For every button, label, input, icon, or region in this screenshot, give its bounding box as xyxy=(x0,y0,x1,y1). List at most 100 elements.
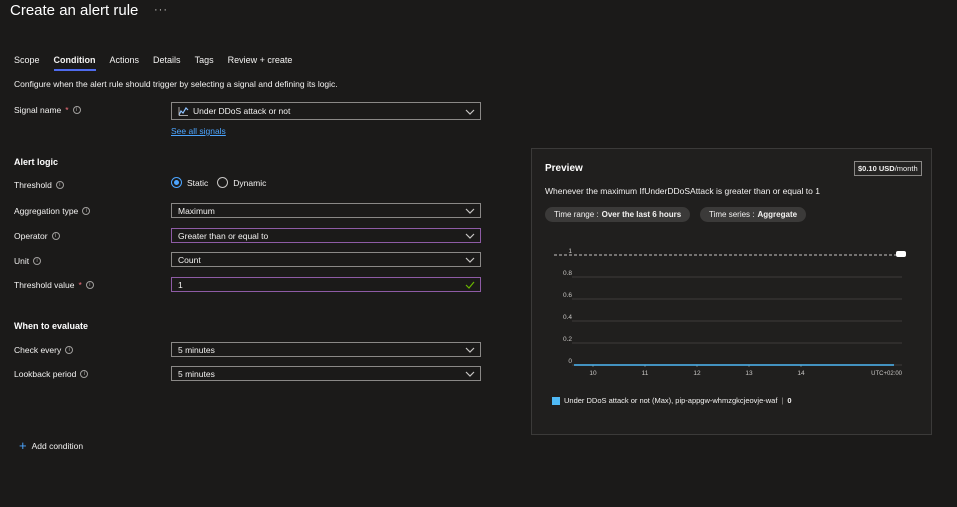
threshold-value-input[interactable]: 1 xyxy=(171,277,481,292)
aggregation-type-text: Aggregation type xyxy=(14,206,79,216)
price-amount: $0.10 USD xyxy=(858,164,895,173)
add-condition-button[interactable]: + Add condition xyxy=(19,438,84,453)
threshold-value-label: Threshold value * i xyxy=(14,280,94,290)
aggregation-type-value: Maximum xyxy=(178,205,215,216)
time-series-value: Aggregate xyxy=(757,210,798,219)
aggregation-type-dropdown[interactable]: Maximum xyxy=(171,203,481,218)
info-icon[interactable]: i xyxy=(33,257,42,265)
threshold-label: Threshold i xyxy=(14,180,64,190)
required-marker: * xyxy=(78,280,82,290)
lookback-period-label: Lookback period i xyxy=(14,369,89,379)
time-series-pill[interactable]: Time series : Aggregate xyxy=(700,207,807,222)
operator-label: Operator i xyxy=(14,231,60,241)
operator-dropdown[interactable]: Greater than or equal to xyxy=(171,228,481,243)
time-range-label: Time range : xyxy=(554,210,599,219)
info-icon[interactable]: i xyxy=(72,106,81,114)
x-tick-label: 13 xyxy=(745,370,753,377)
chevron-down-icon xyxy=(465,257,475,263)
required-marker: * xyxy=(65,105,69,115)
lookback-period-text: Lookback period xyxy=(14,369,77,379)
time-range-value: Over the last 6 hours xyxy=(601,210,682,219)
preview-panel: Preview $0.10 USD/month Whenever the max… xyxy=(531,148,932,435)
alert-logic-heading: Alert logic xyxy=(14,157,59,167)
y-tick-label: 0.4 xyxy=(563,314,572,321)
see-all-signals-link[interactable]: See all signals xyxy=(171,126,226,136)
x-tick-label: 11 xyxy=(642,370,649,377)
more-options-button[interactable]: ··· xyxy=(154,4,168,16)
tab-tags[interactable]: Tags xyxy=(195,55,214,71)
preview-title: Preview xyxy=(545,163,583,174)
dynamic-radio-label[interactable]: Dynamic xyxy=(233,178,266,188)
tab-actions[interactable]: Actions xyxy=(110,55,140,71)
wizard-tabs: Scope Condition Actions Details Tags Rev… xyxy=(14,55,306,71)
unit-label: Unit i xyxy=(14,256,42,266)
info-icon[interactable]: i xyxy=(65,346,74,354)
unit-dropdown[interactable]: Count xyxy=(171,252,481,267)
check-every-value: 5 minutes xyxy=(178,344,215,355)
preview-description: Whenever the maximum IfUnderDDoSAttack i… xyxy=(545,186,820,196)
check-every-dropdown[interactable]: 5 minutes xyxy=(171,342,481,357)
checkmark-icon xyxy=(465,281,475,289)
y-tick-label: 0.8 xyxy=(563,270,572,277)
time-series-label: Time series : xyxy=(709,210,755,219)
threshold-value: 1 xyxy=(178,279,183,290)
aggregation-type-label: Aggregation type i xyxy=(14,206,91,216)
info-icon[interactable]: i xyxy=(51,232,60,240)
legend-label: Under DDoS attack or not (Max), pip-appg… xyxy=(564,396,778,405)
static-radio-label[interactable]: Static xyxy=(187,178,208,188)
operator-value: Greater than or equal to xyxy=(178,230,269,241)
dynamic-radio[interactable] xyxy=(217,177,229,188)
threshold-marker xyxy=(896,251,906,257)
y-tick-label: 0 xyxy=(568,358,572,365)
info-icon[interactable]: i xyxy=(80,370,89,378)
tab-review-create[interactable]: Review + create xyxy=(228,55,293,71)
legend-divider: | xyxy=(781,396,784,405)
info-icon[interactable]: i xyxy=(82,207,91,215)
preview-chart: 0 0.2 0.4 0.6 0.8 1 10 11 12 13 14 UTC+02:00 xyxy=(554,248,906,377)
unit-value: Count xyxy=(178,254,201,265)
plus-icon: + xyxy=(19,438,27,453)
info-icon[interactable]: i xyxy=(55,181,64,189)
signal-name-dropdown[interactable]: Under DDoS attack or not xyxy=(171,102,481,120)
lookback-period-dropdown[interactable]: 5 minutes xyxy=(171,366,481,381)
check-every-label: Check every i xyxy=(14,345,74,355)
threshold-radio-group: Static Dynamic xyxy=(171,177,266,188)
page-title: Create an alert rule xyxy=(10,2,139,19)
y-tick-label: 1 xyxy=(568,248,572,255)
tab-details[interactable]: Details xyxy=(153,55,181,71)
x-unit-label: UTC+02:00 xyxy=(871,371,903,377)
legend-value: 0 xyxy=(787,396,792,405)
lookback-period-value: 5 minutes xyxy=(178,368,215,379)
signal-name-text: Signal name xyxy=(14,105,62,115)
static-radio[interactable] xyxy=(171,177,182,188)
price-unit: /month xyxy=(894,164,918,173)
x-tick-label: 14 xyxy=(797,370,805,377)
signal-name-label: Signal name * i xyxy=(14,105,81,115)
condition-description: Configure when the alert rule should tri… xyxy=(14,79,338,89)
signal-name-value: Under DDoS attack or not xyxy=(193,106,291,116)
when-to-evaluate-heading: When to evaluate xyxy=(14,321,89,331)
operator-text: Operator xyxy=(14,231,48,241)
threshold-text: Threshold xyxy=(14,180,52,190)
tab-condition[interactable]: Condition xyxy=(53,55,96,71)
metric-chart-icon xyxy=(178,107,189,116)
legend-swatch xyxy=(552,396,560,405)
add-condition-label: Add condition xyxy=(31,441,84,451)
chevron-down-icon xyxy=(465,371,475,377)
chevron-down-icon xyxy=(465,109,475,115)
tab-scope[interactable]: Scope xyxy=(14,55,40,71)
x-tick-label: 10 xyxy=(589,370,597,377)
chevron-down-icon xyxy=(465,347,475,353)
price-badge: $0.10 USD/month xyxy=(854,161,922,176)
y-tick-label: 0.6 xyxy=(563,292,572,299)
unit-text: Unit xyxy=(14,256,30,266)
y-tick-label: 0.2 xyxy=(563,336,572,343)
chevron-down-icon xyxy=(465,208,475,214)
check-every-text: Check every xyxy=(14,345,62,355)
x-tick-label: 12 xyxy=(693,370,701,377)
chart-legend: Under DDoS attack or not (Max), pip-appg… xyxy=(552,396,792,405)
threshold-value-text: Threshold value xyxy=(14,280,75,290)
chevron-down-icon xyxy=(465,233,475,239)
time-range-pill[interactable]: Time range : Over the last 6 hours xyxy=(545,207,691,222)
info-icon[interactable]: i xyxy=(85,281,94,289)
